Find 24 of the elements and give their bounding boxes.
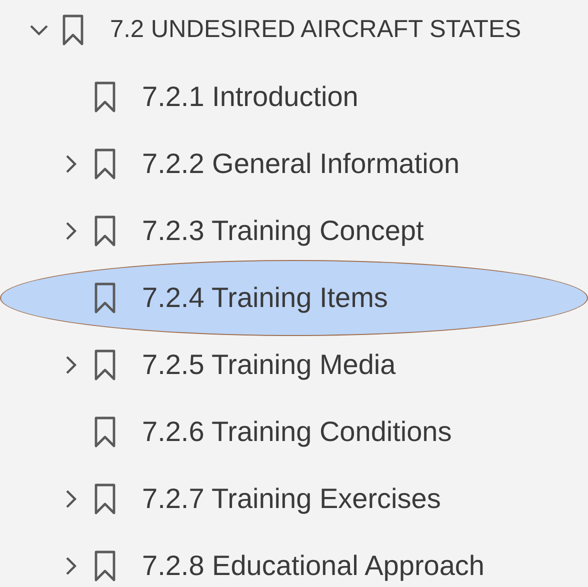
bookmark-label[interactable]: 7.2.1 Introduction [142,76,358,118]
bookmark-icon [94,282,116,314]
bookmark-label[interactable]: 7.2.2 General Information [142,143,460,185]
bookmark-label[interactable]: 7.2.3 Training Concept [142,210,424,252]
bookmark-icon [62,14,84,46]
bookmark-icon [94,550,116,582]
bookmark-label[interactable]: 7.2 UNDESIRED AIRCRAFT STATES [110,12,522,48]
bookmark-icon [94,483,116,515]
bookmark-label[interactable]: 7.2.4 Training Items [142,277,388,319]
bookmark-label[interactable]: 7.2.6 Training Conditions [142,411,452,453]
bookmark-icon [94,416,116,448]
chevron-right-icon[interactable] [65,154,77,174]
bookmark-label[interactable]: 7.2.5 Training Media [142,344,396,386]
chevron-right-icon[interactable] [65,556,77,576]
chevron-right-icon[interactable] [65,355,77,375]
bookmark-icon [94,349,116,381]
chevron-right-icon[interactable] [65,489,77,509]
chevron-down-icon[interactable] [29,24,49,36]
bookmark-label[interactable]: 7.2.7 Training Exercises [142,478,441,520]
bookmark-label[interactable]: 7.2.8 Educational Approach [142,545,484,587]
bookmark-icon [94,81,116,113]
bookmark-icon [94,215,116,247]
bookmark-icon [94,148,116,180]
chevron-right-icon[interactable] [65,221,77,241]
